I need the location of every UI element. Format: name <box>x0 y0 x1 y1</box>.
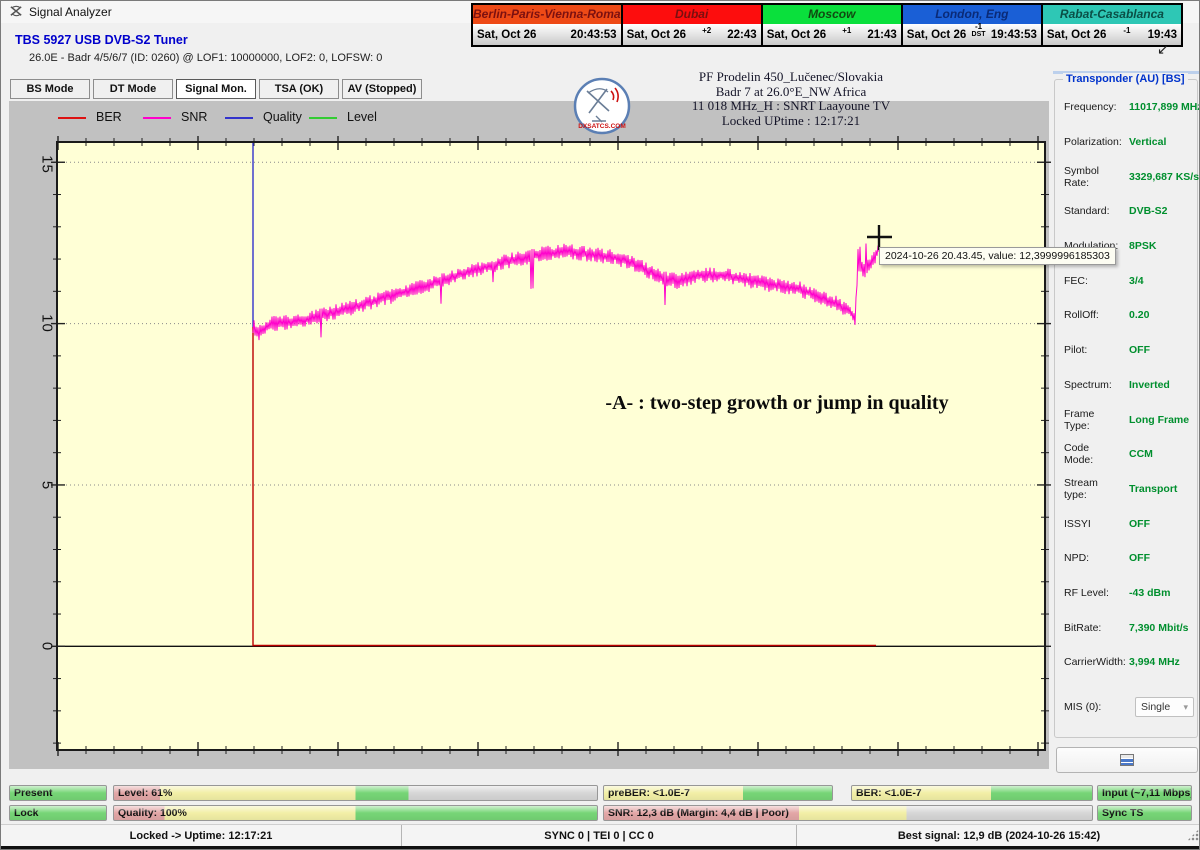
dxsatcs-logo: DXSATCS.COM <box>573 77 631 135</box>
logo-text: DXSATCS.COM <box>578 123 626 130</box>
tab-tsa[interactable]: TSA (OK) <box>259 79 339 99</box>
clock-date: Sat, Oct 26 <box>627 29 686 41</box>
tp-row-symbol-rate: Symbol Rate:3329,687 KS/s <box>1055 159 1197 194</box>
tp-row-spectrum: Spectrum:Inverted <box>1055 368 1197 403</box>
signal-analyzer-window: Signal Analyzer TBS 5927 USB DVB-S2 Tune… <box>0 0 1200 850</box>
tuner-name: TBS 5927 USB DVB-S2 Tuner <box>15 33 188 47</box>
clock-rabat: Rabat-Casablanca Sat, Oct 26 -1 19:43 <box>1043 5 1181 45</box>
status-best-signal: Best signal: 12,9 dB (2024-10-26 15:42) <box>796 825 1200 847</box>
clock-utc-offset: -1 <box>1123 27 1130 35</box>
plot-area[interactable] <box>56 141 1046 751</box>
tp-row-standard: Standard:DVB-S2 <box>1055 194 1197 229</box>
tp-row-fec: FEC:3/4 <box>1055 263 1197 298</box>
tab-signal-mon[interactable]: Signal Mon. <box>176 79 256 99</box>
tp-row-frequency: Frequency:11017,899 MHz <box>1055 90 1197 125</box>
clock-date: Sat, Oct 26 <box>767 29 826 41</box>
mode-tabs: BS Mode DT Mode Signal Mon. TSA (OK) AV … <box>10 79 422 99</box>
ber-bar: BER: <1.0E-7 <box>851 785 1093 801</box>
quality-line-swatch <box>225 117 253 119</box>
clock-city-label: Rabat-Casablanca <box>1043 5 1181 24</box>
mis-select[interactable]: Single ▾ <box>1135 697 1194 717</box>
level-bar: Level: 61% <box>113 785 598 801</box>
clock-utc-offset: -1DST <box>972 23 986 39</box>
info-line-uptime: Locked UPtime : 12:17:21 <box>631 114 951 129</box>
clock-time: 19:43 <box>1148 29 1177 41</box>
info-line-frequency: 11 018 MHz_H : SNRT Laayoune TV <box>631 99 951 114</box>
tp-row-carrierwidth: CarrierWidth:3,994 MHz <box>1055 645 1197 680</box>
world-clock-panel: Berlin-Paris-Vienna-Roma Sat, Oct 26 20:… <box>471 3 1183 47</box>
clock-time-row: Sat, Oct 26 -1DST 19:43:53 <box>903 24 1041 45</box>
preber-bar: preBER: <1.0E-7 <box>603 785 833 801</box>
clock-panel-arrow-icon: ↙ <box>1157 41 1169 58</box>
clock-utc-offset: +1 <box>842 27 851 35</box>
tab-bs-mode[interactable]: BS Mode <box>10 79 90 99</box>
clock-city-label: London, Eng <box>903 5 1041 24</box>
clock-city-label: Berlin-Paris-Vienna-Roma <box>473 5 621 24</box>
ber-line-swatch <box>58 117 86 119</box>
tp-row-issyi: ISSYIOFF <box>1055 506 1197 541</box>
satellite-dish-icon <box>9 4 24 19</box>
clock-utc-offset: +2 <box>702 27 711 35</box>
station-info-block: PF Prodelin 450_Lučenec/Slovakia Badr 7 … <box>631 70 951 128</box>
mis-row: MIS (0): Single ▾ <box>1064 694 1194 720</box>
signal-monitor-chart: BER SNR Quality Level 15 10 5 0 <box>9 101 1049 769</box>
transponder-rows: Frequency:11017,899 MHz Polarization:Ver… <box>1055 90 1197 680</box>
clock-time: 20:43:53 <box>571 29 617 41</box>
clock-date: Sat, Oct 26 <box>477 29 536 41</box>
tab-av[interactable]: AV (Stopped) <box>342 79 422 99</box>
clock-dubai: Dubai Sat, Oct 26 +2 22:43 <box>623 5 761 45</box>
window-bottom-edge <box>1 846 1200 850</box>
tp-row-rolloff: RollOff:0.20 <box>1055 298 1197 333</box>
clock-moscow: Moscow Sat, Oct 26 +1 21:43 <box>763 5 901 45</box>
clock-time-row: Sat, Oct 26 +1 21:43 <box>763 24 901 45</box>
clock-time-row: Sat, Oct 26 +2 22:43 <box>623 24 761 45</box>
app-title: Signal Analyzer <box>29 5 112 19</box>
tuner-settings-line: 26.0E - Badr 4/5/6/7 (ID: 0260) @ LOF1: … <box>29 52 382 64</box>
status-uptime: Locked -> Uptime: 12:17:21 <box>1 825 401 847</box>
tp-row-pilot: Pilot:OFF <box>1055 333 1197 368</box>
tab-dt-mode[interactable]: DT Mode <box>93 79 173 99</box>
present-indicator: Present <box>9 785 107 801</box>
save-icon <box>1120 754 1134 766</box>
tp-row-polarization: Polarization:Vertical <box>1055 125 1197 160</box>
chart-tooltip: 2024-10-26 20.43.45, value: 12,399999618… <box>879 247 1116 265</box>
snr-line-swatch <box>143 117 171 119</box>
clock-berlin: Berlin-Paris-Vienna-Roma Sat, Oct 26 20:… <box>473 5 621 45</box>
tp-row-npd: NPD:OFF <box>1055 541 1197 576</box>
clock-city-label: Dubai <box>623 5 761 24</box>
status-sync-counters: SYNC 0 | TEI 0 | CC 0 <box>401 825 796 847</box>
clock-city-label: Moscow <box>763 5 901 24</box>
tp-row-bitrate: BitRate:7,390 Mbit/s <box>1055 610 1197 645</box>
transponder-panel-title: Transponder (AU) [BS] <box>1063 73 1188 85</box>
info-line-antenna: PF Prodelin 450_Lučenec/Slovakia <box>631 70 951 85</box>
snapshot-button[interactable] <box>1056 747 1198 773</box>
clock-time: 19:43:53 <box>991 29 1037 41</box>
mis-selected-value: Single <box>1141 701 1170 713</box>
clock-london: London, Eng Sat, Oct 26 -1DST 19:43:53 <box>903 5 1041 45</box>
y-tick-15: 15 <box>39 145 56 185</box>
tp-row-stream-type: Stream type:Transport <box>1055 472 1197 507</box>
plot-canvas <box>56 141 1046 751</box>
level-line-swatch <box>309 117 337 119</box>
sync-ts-indicator: Sync TS <box>1097 805 1192 821</box>
tp-row-code-mode: Code Mode:CCM <box>1055 437 1197 472</box>
tp-row-frame-type: Frame Type:Long Frame <box>1055 402 1197 437</box>
snr-bar: SNR: 12,3 dB (Margin: 4,4 dB | Poor) <box>603 805 1093 821</box>
quality-bar: Quality: 100% <box>113 805 598 821</box>
lock-indicator: Lock <box>9 805 107 821</box>
clock-time: 21:43 <box>867 29 896 41</box>
clock-time-row: Sat, Oct 26 20:43:53 <box>473 24 621 45</box>
status-bar: Locked -> Uptime: 12:17:21 SYNC 0 | TEI … <box>1 824 1200 846</box>
transponder-panel: Transponder (AU) [BS] Frequency:11017,89… <box>1054 79 1198 738</box>
clock-time: 22:43 <box>727 29 756 41</box>
clock-date: Sat, Oct 26 <box>907 29 966 41</box>
mis-label: MIS (0): <box>1064 701 1121 713</box>
chevron-down-icon: ▾ <box>1183 702 1188 713</box>
chart-annotation: -A- : two-step growth or jump in quality <box>521 392 1033 415</box>
tp-row-rf-level: RF Level:-43 dBm <box>1055 576 1197 611</box>
clock-date: Sat, Oct 26 <box>1047 29 1106 41</box>
input-bitrate-indicator: Input (~7,11 Mbps) <box>1097 785 1192 801</box>
info-line-satellite: Badr 7 at 26.0°E_NW Africa <box>631 85 951 100</box>
